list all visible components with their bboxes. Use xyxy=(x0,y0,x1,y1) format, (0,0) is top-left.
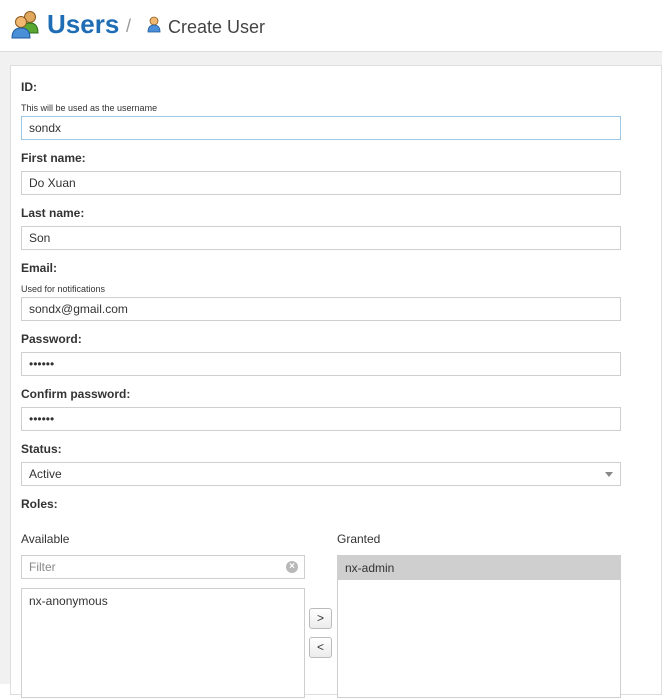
first-name-input[interactable]: Do Xuan xyxy=(21,171,621,195)
available-roles-list[interactable]: nx-anonymous xyxy=(21,588,305,698)
add-role-button[interactable]: > xyxy=(309,608,332,629)
breadcrumb-current: Create User xyxy=(168,17,266,37)
id-label: ID: xyxy=(21,80,37,94)
granted-roles-list[interactable]: nx-admin xyxy=(337,555,621,698)
page-header: Users / Create User xyxy=(0,0,662,52)
users-icon xyxy=(11,11,39,39)
email-label: Email: xyxy=(21,261,58,275)
breadcrumb-separator: / xyxy=(126,16,132,36)
status-value: Active xyxy=(29,467,62,481)
password-label: Password: xyxy=(21,332,82,346)
confirm-password-input[interactable]: •••••• xyxy=(21,407,621,431)
chevron-down-icon xyxy=(605,472,613,477)
email-help: Used for notifications xyxy=(21,284,106,294)
available-title: Available xyxy=(21,532,70,546)
filter-input[interactable]: Filter × xyxy=(21,555,305,579)
status-select[interactable]: Active xyxy=(21,462,621,486)
status-label: Status: xyxy=(21,442,62,456)
filter-placeholder: Filter xyxy=(29,560,56,574)
clear-icon[interactable]: × xyxy=(286,561,298,573)
list-item[interactable]: nx-anonymous xyxy=(22,589,304,613)
email-input[interactable]: sondx@gmail.com xyxy=(21,297,621,321)
password-input[interactable]: •••••• xyxy=(21,352,621,376)
user-icon xyxy=(147,16,161,33)
roles-label: Roles: xyxy=(21,497,58,511)
id-help: This will be used as the username xyxy=(21,103,158,113)
remove-role-button[interactable]: < xyxy=(309,637,332,658)
granted-title: Granted xyxy=(337,532,381,546)
id-input[interactable]: sondx xyxy=(21,116,621,140)
last-name-label: Last name: xyxy=(21,206,85,220)
page-title[interactable]: Users xyxy=(47,8,119,40)
confirm-password-label: Confirm password: xyxy=(21,387,131,401)
last-name-input[interactable]: Son xyxy=(21,226,621,250)
list-item[interactable]: nx-admin xyxy=(338,556,620,580)
first-name-label: First name: xyxy=(21,151,86,165)
